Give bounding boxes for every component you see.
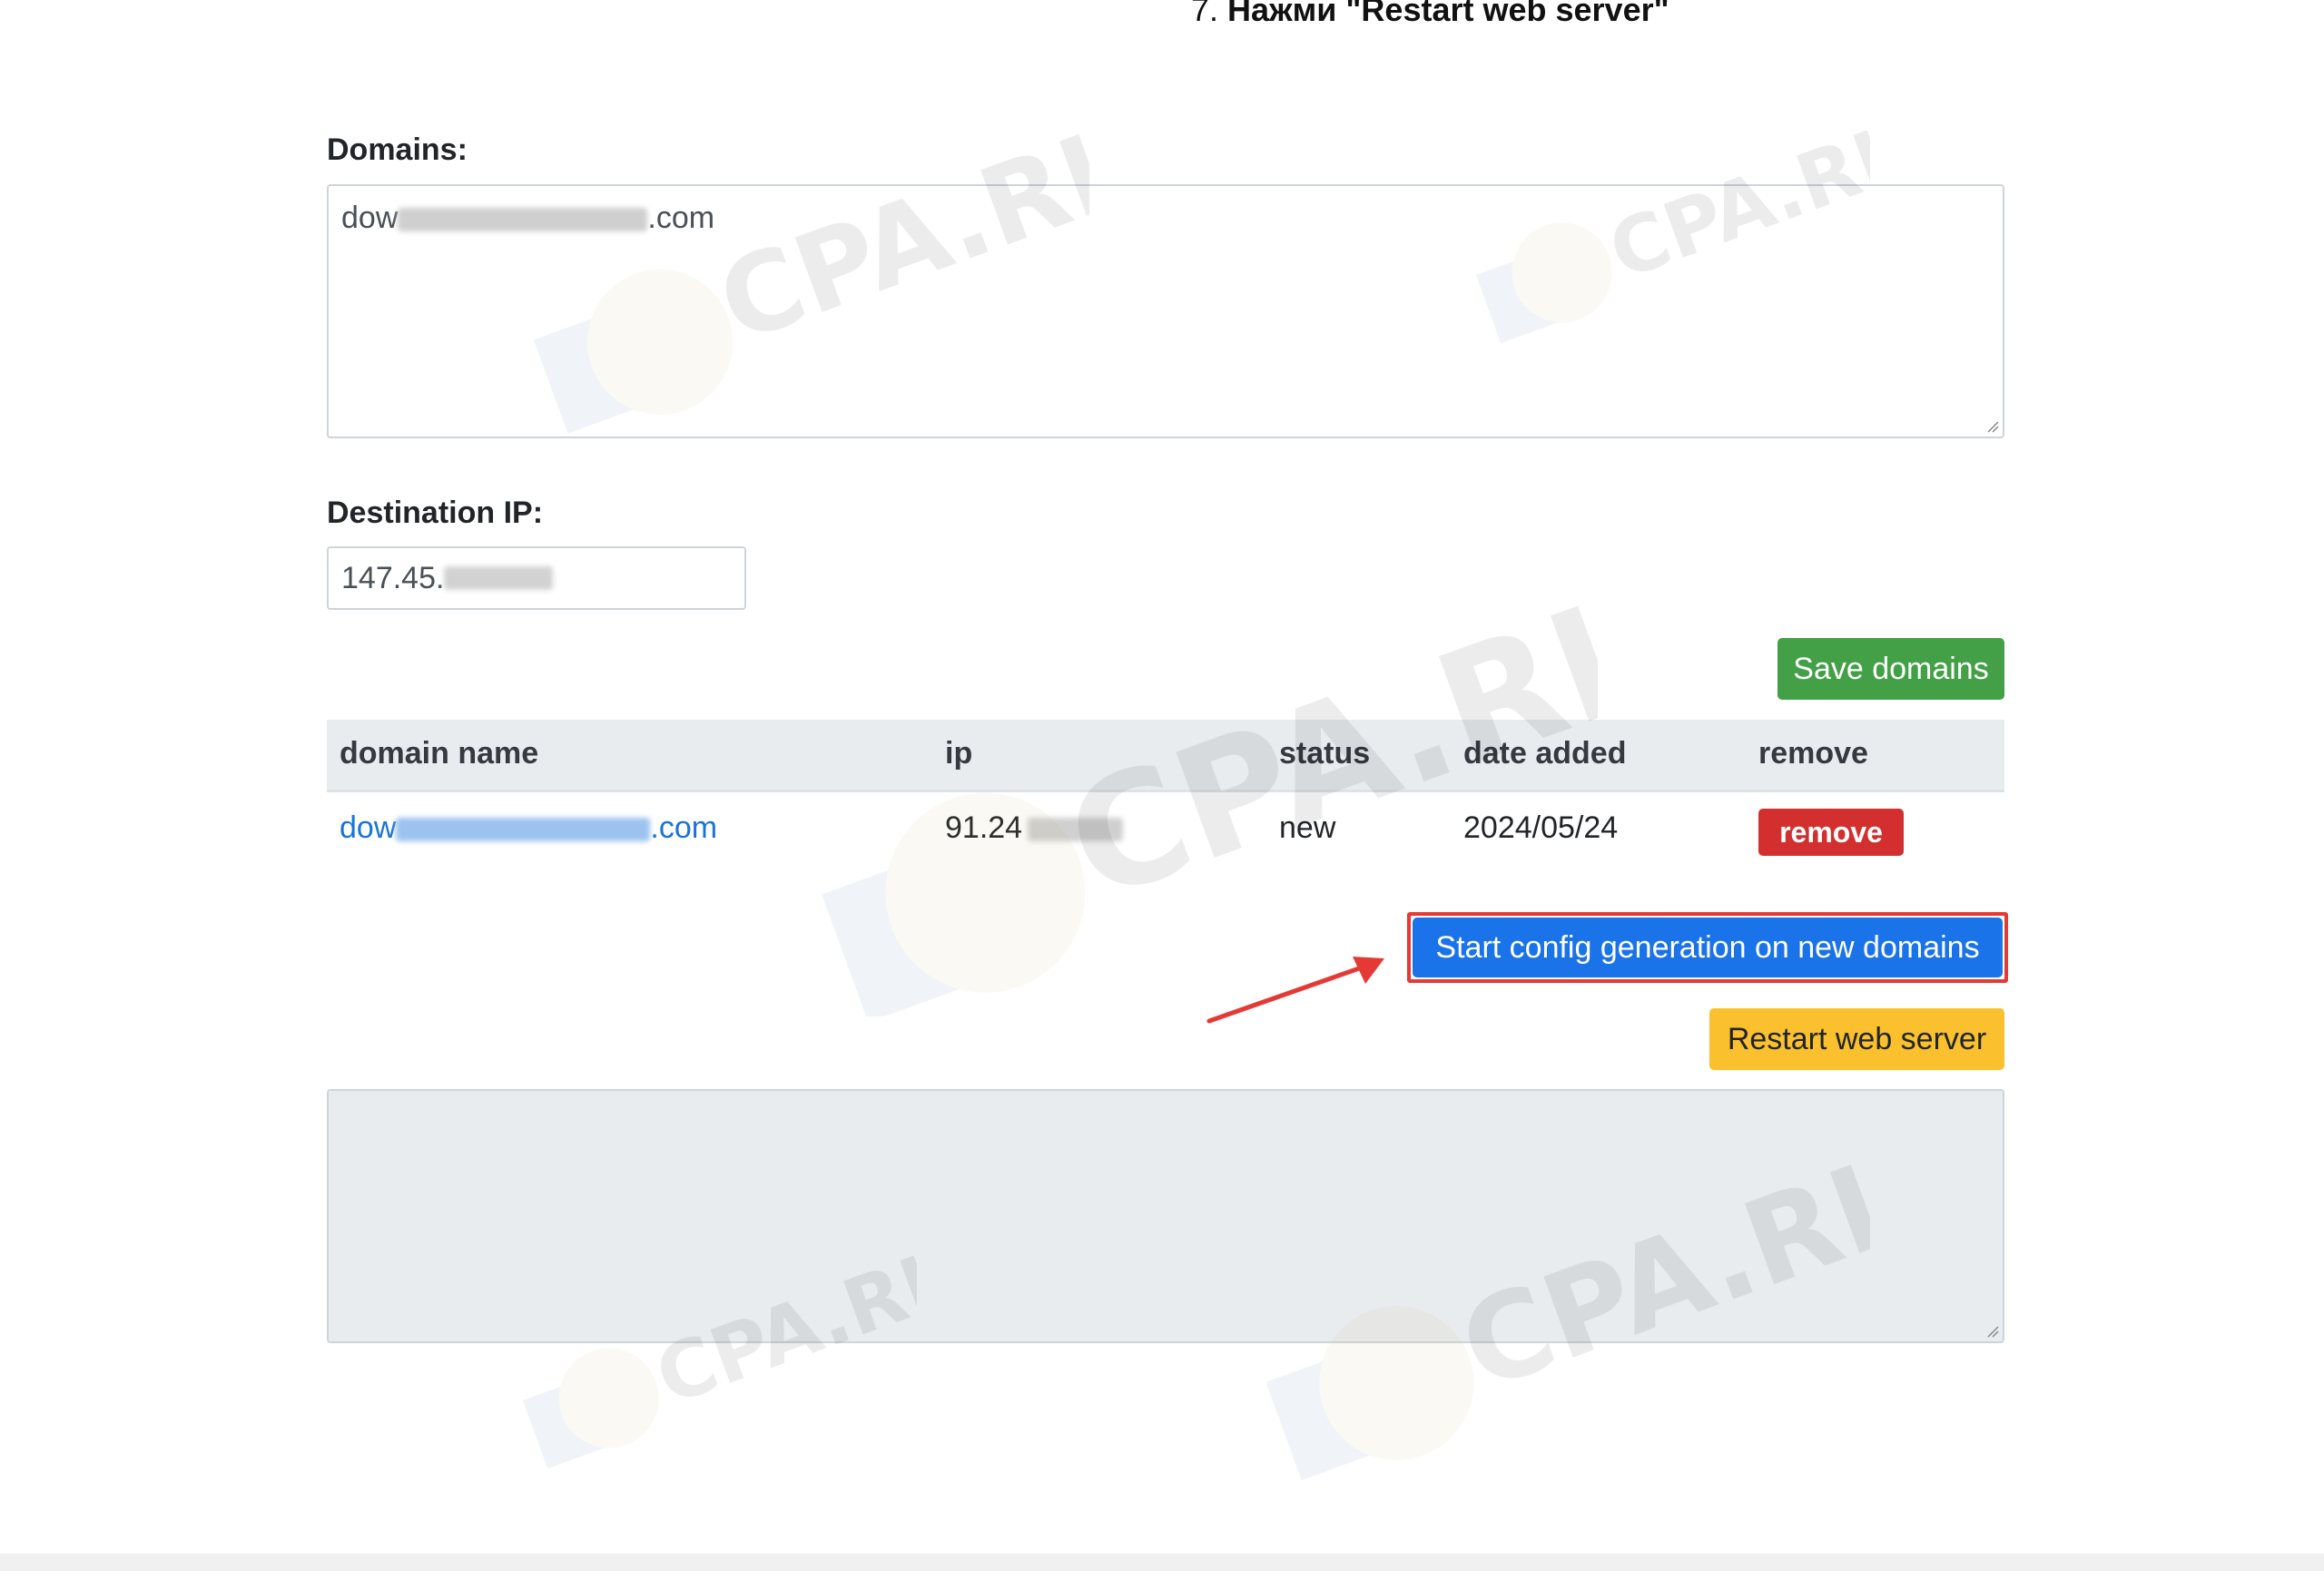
destination-ip-value: 147.45. bbox=[341, 560, 445, 595]
column-header-domain-name[interactable]: domain name bbox=[340, 736, 538, 771]
date-added-cell: 2024/05/24 bbox=[1463, 810, 1619, 845]
destination-ip-input[interactable]: 147.45. bbox=[327, 546, 746, 610]
remove-button[interactable]: remove bbox=[1758, 809, 1904, 856]
column-header-remove[interactable]: remove bbox=[1758, 736, 1868, 771]
domain-link-prefix: dow bbox=[340, 810, 397, 845]
domains-textarea[interactable]: dow .com bbox=[327, 184, 2004, 438]
step-instruction: 7. Нажми "Restart web server" bbox=[1191, 0, 1669, 29]
column-header-ip[interactable]: ip bbox=[945, 736, 972, 771]
ip-value: 91.24 bbox=[945, 810, 1023, 845]
redacted-text bbox=[398, 208, 648, 232]
column-header-status[interactable]: status bbox=[1279, 736, 1370, 771]
redacted-text bbox=[396, 818, 651, 842]
table-header: domain name ip status date added remove bbox=[327, 720, 2004, 792]
status-cell: new bbox=[1279, 810, 1336, 845]
domain-link[interactable]: dow .com bbox=[340, 810, 717, 846]
redacted-text bbox=[444, 566, 554, 590]
domains-value-suffix: .com bbox=[647, 201, 715, 235]
redacted-text bbox=[1028, 818, 1124, 842]
resize-grip-icon[interactable] bbox=[1986, 1325, 1999, 1338]
step-text: Нажми "Restart web server" bbox=[1227, 0, 1669, 28]
save-domains-button[interactable]: Save domains bbox=[1777, 638, 2004, 700]
column-header-date-added[interactable]: date added bbox=[1463, 736, 1626, 771]
domain-link-suffix: .com bbox=[650, 810, 718, 845]
ip-cell: 91.24 bbox=[945, 810, 1124, 846]
step-number: 7. bbox=[1191, 0, 1219, 28]
restart-web-server-button[interactable]: Restart web server bbox=[1709, 1008, 2004, 1070]
output-textarea[interactable] bbox=[327, 1089, 2004, 1343]
bottom-bar bbox=[0, 1554, 2324, 1571]
arrow-icon bbox=[1206, 957, 1384, 1024]
domains-value-prefix: dow bbox=[341, 201, 399, 235]
start-config-generation-button[interactable]: Start config generation on new domains bbox=[1413, 918, 2003, 977]
resize-grip-icon[interactable] bbox=[1986, 420, 1999, 433]
domains-label: Domains: bbox=[327, 133, 468, 167]
destination-ip-label: Destination IP: bbox=[327, 496, 544, 530]
